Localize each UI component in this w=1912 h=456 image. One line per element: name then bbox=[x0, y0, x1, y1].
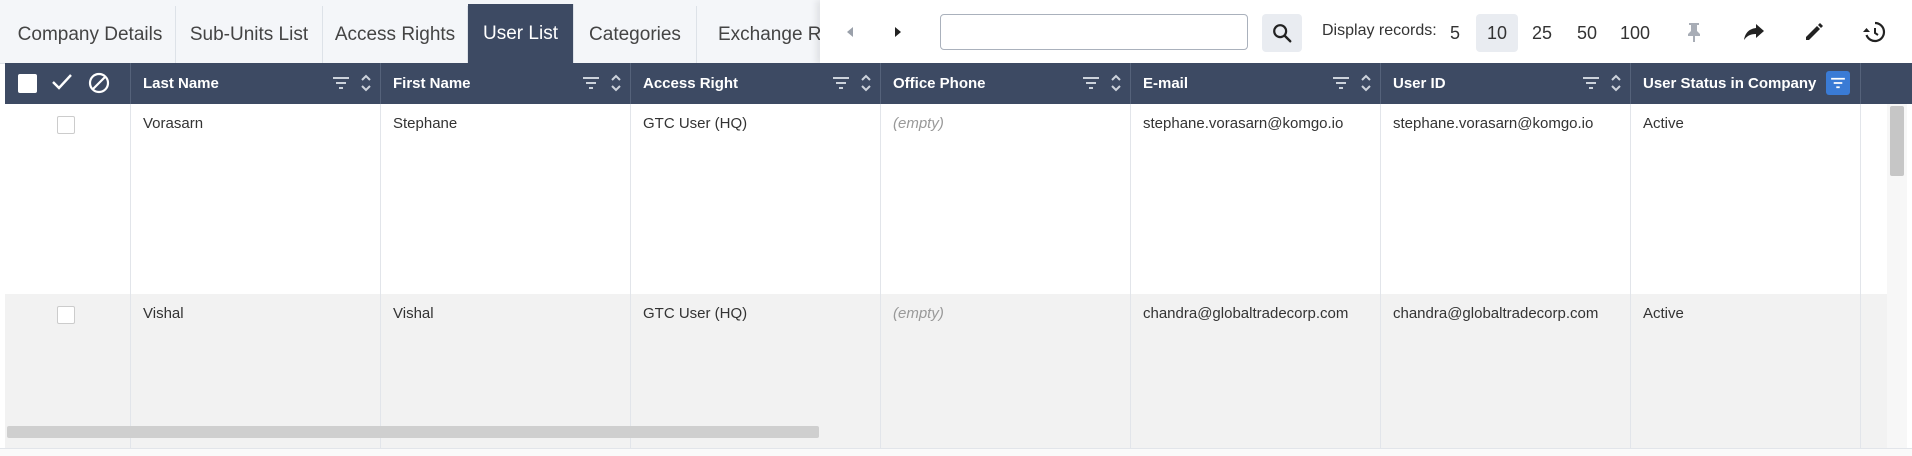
pin-icon[interactable] bbox=[1680, 18, 1708, 46]
row-checkbox[interactable] bbox=[57, 306, 75, 324]
next-arrow-icon[interactable] bbox=[888, 20, 908, 44]
cell-last-name: Vishal bbox=[131, 294, 381, 448]
cell-email: stephane.vorasarn@komgo.io bbox=[1131, 104, 1381, 294]
toolbar: Display records: 5 10 25 50 100 bbox=[820, 0, 1912, 64]
cell-text: (empty) bbox=[893, 305, 944, 322]
column-label: First Name bbox=[393, 75, 471, 92]
check-icon[interactable] bbox=[51, 72, 73, 97]
sort-icon[interactable] bbox=[610, 73, 622, 98]
sort-icon[interactable] bbox=[1110, 73, 1122, 98]
sort-icon[interactable] bbox=[360, 73, 372, 98]
column-label: User ID bbox=[1393, 75, 1446, 92]
share-icon[interactable] bbox=[1740, 18, 1768, 46]
tab-access-rights[interactable]: Access Rights bbox=[323, 6, 468, 63]
history-icon[interactable] bbox=[1860, 18, 1888, 46]
cell-text: stephane.vorasarn@komgo.io bbox=[1393, 115, 1594, 132]
search-button[interactable] bbox=[1262, 14, 1302, 52]
cell-text: Active bbox=[1643, 115, 1684, 132]
table-row[interactable]: Vishal Vishal GTC User (HQ) (empty) chan… bbox=[5, 294, 1907, 448]
cell-text: chandra@globaltradecorp.com bbox=[1393, 305, 1599, 322]
records-option-5[interactable]: 5 bbox=[1440, 14, 1470, 52]
tab-exchange-rates[interactable]: Exchange Rat bbox=[697, 6, 820, 63]
filter-icon[interactable] bbox=[832, 76, 850, 95]
cell-first-name: Stephane bbox=[381, 104, 631, 294]
column-header-office-phone[interactable]: Office Phone bbox=[881, 63, 1131, 104]
cell-user-id: stephane.vorasarn@komgo.io bbox=[1381, 104, 1631, 294]
cell-user-id: chandra@globaltradecorp.com bbox=[1381, 294, 1631, 448]
filter-icon[interactable] bbox=[1332, 76, 1350, 95]
selection-header bbox=[5, 63, 131, 104]
filter-icon[interactable] bbox=[582, 76, 600, 95]
tab-strip: Company Details Sub-Units List Access Ri… bbox=[0, 0, 820, 64]
filter-icon[interactable] bbox=[1082, 76, 1100, 95]
filter-icon[interactable] bbox=[1582, 76, 1600, 95]
column-header-email[interactable]: E-mail bbox=[1131, 63, 1381, 104]
records-option-100[interactable]: 100 bbox=[1610, 14, 1660, 52]
tab-user-list[interactable]: User List bbox=[468, 4, 574, 63]
records-option-50[interactable]: 50 bbox=[1568, 14, 1606, 52]
grid-header: Last Name First Name Access Right Office… bbox=[5, 63, 1912, 104]
records-option-10[interactable]: 10 bbox=[1476, 14, 1518, 52]
cell-last-name: Vorasarn bbox=[131, 104, 381, 294]
column-label: Last Name bbox=[143, 75, 219, 92]
cell-text: Vorasarn bbox=[143, 115, 204, 132]
horizontal-scrollbar-thumb[interactable] bbox=[7, 426, 819, 438]
column-header-user-id[interactable]: User ID bbox=[1381, 63, 1631, 104]
column-header-user-status[interactable]: User Status in Company bbox=[1631, 63, 1861, 104]
cell-text: Vishal bbox=[393, 305, 434, 322]
cell-text: GTC User (HQ) bbox=[643, 305, 748, 322]
row-checkbox[interactable] bbox=[57, 116, 75, 134]
tab-sub-units-list[interactable]: Sub-Units List bbox=[176, 6, 323, 63]
clear-selection-icon[interactable] bbox=[87, 71, 111, 100]
vertical-scrollbar-thumb[interactable] bbox=[1890, 106, 1904, 176]
row-select-cell bbox=[5, 294, 131, 448]
sort-icon[interactable] bbox=[860, 73, 872, 98]
cell-text: GTC User (HQ) bbox=[643, 115, 748, 132]
prev-arrow-icon[interactable] bbox=[840, 20, 860, 44]
tab-company-details[interactable]: Company Details bbox=[5, 6, 176, 63]
column-header-first-name[interactable]: First Name bbox=[381, 63, 631, 104]
cell-email: chandra@globaltradecorp.com bbox=[1131, 294, 1381, 448]
tab-categories[interactable]: Categories bbox=[574, 6, 697, 63]
cell-text: Vishal bbox=[143, 305, 184, 322]
grid-body: Vorasarn Stephane GTC User (HQ) (empty) … bbox=[5, 104, 1907, 448]
select-all-checkbox[interactable] bbox=[18, 74, 37, 93]
cell-user-status: Active bbox=[1631, 294, 1861, 448]
edit-icon[interactable] bbox=[1800, 18, 1828, 46]
row-select-cell bbox=[5, 104, 131, 294]
column-header-last-name[interactable]: Last Name bbox=[131, 63, 381, 104]
cell-office-phone: (empty) bbox=[881, 104, 1131, 294]
sort-icon[interactable] bbox=[1610, 73, 1622, 98]
cell-text: Stephane bbox=[393, 115, 458, 132]
sort-icon[interactable] bbox=[1360, 73, 1372, 98]
cell-office-phone: (empty) bbox=[881, 294, 1131, 448]
search-icon bbox=[1271, 22, 1293, 44]
cell-user-status: Active bbox=[1631, 104, 1861, 294]
column-header-access-right[interactable]: Access Right bbox=[631, 63, 881, 104]
table-row[interactable]: Vorasarn Stephane GTC User (HQ) (empty) … bbox=[5, 104, 1907, 294]
filter-active-icon[interactable] bbox=[1826, 71, 1850, 95]
cell-text: (empty) bbox=[893, 115, 944, 132]
display-records-label: Display records: bbox=[1322, 22, 1437, 39]
cell-access-right: GTC User (HQ) bbox=[631, 104, 881, 294]
cell-text: chandra@globaltradecorp.com bbox=[1143, 305, 1349, 322]
cell-first-name: Vishal bbox=[381, 294, 631, 448]
cell-text: Active bbox=[1643, 305, 1684, 322]
column-label: User Status in Company bbox=[1643, 75, 1817, 92]
search-input[interactable] bbox=[940, 14, 1248, 50]
filter-icon[interactable] bbox=[332, 76, 350, 95]
column-label: Office Phone bbox=[893, 75, 986, 92]
cell-access-right: GTC User (HQ) bbox=[631, 294, 881, 448]
cell-text: stephane.vorasarn@komgo.io bbox=[1143, 115, 1344, 132]
column-label: Access Right bbox=[643, 75, 739, 92]
records-option-25[interactable]: 25 bbox=[1524, 14, 1560, 52]
column-label: E-mail bbox=[1143, 75, 1189, 92]
